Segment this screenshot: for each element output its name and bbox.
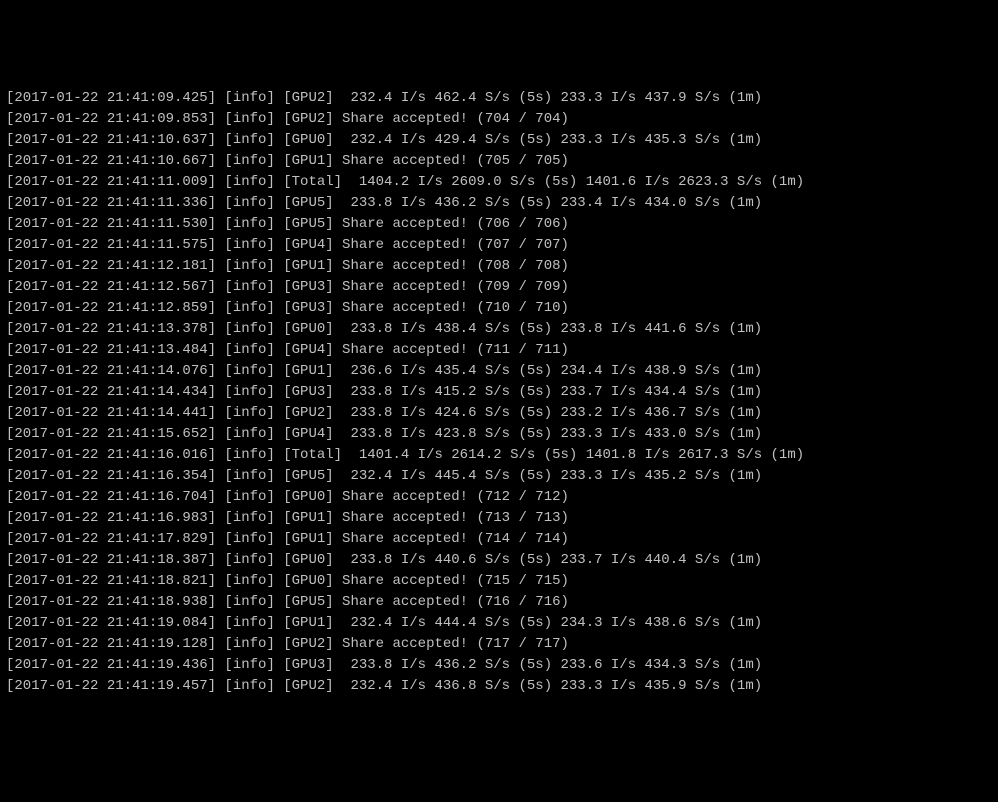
log-line: [2017-01-22 21:41:18.821] [info] [GPU0] …	[6, 571, 992, 592]
log-line: [2017-01-22 21:41:13.484] [info] [GPU4] …	[6, 340, 992, 361]
log-line: [2017-01-22 21:41:12.181] [info] [GPU1] …	[6, 256, 992, 277]
log-line: [2017-01-22 21:41:19.084] [info] [GPU1] …	[6, 613, 992, 634]
log-line: [2017-01-22 21:41:16.016] [info] [Total]…	[6, 445, 992, 466]
log-line: [2017-01-22 21:41:10.637] [info] [GPU0] …	[6, 130, 992, 151]
log-line: [2017-01-22 21:41:11.336] [info] [GPU5] …	[6, 193, 992, 214]
log-line: [2017-01-22 21:41:09.853] [info] [GPU2] …	[6, 109, 992, 130]
log-line: [2017-01-22 21:41:14.434] [info] [GPU3] …	[6, 382, 992, 403]
log-line: [2017-01-22 21:41:19.457] [info] [GPU2] …	[6, 676, 992, 697]
log-line: [2017-01-22 21:41:09.425] [info] [GPU2] …	[6, 88, 992, 109]
log-line: [2017-01-22 21:41:12.567] [info] [GPU3] …	[6, 277, 992, 298]
log-line: [2017-01-22 21:41:15.652] [info] [GPU4] …	[6, 424, 992, 445]
log-line: [2017-01-22 21:41:19.128] [info] [GPU2] …	[6, 634, 992, 655]
log-line: [2017-01-22 21:41:18.938] [info] [GPU5] …	[6, 592, 992, 613]
terminal-output: [2017-01-22 21:41:09.425] [info] [GPU2] …	[6, 88, 992, 697]
log-line: [2017-01-22 21:41:14.076] [info] [GPU1] …	[6, 361, 992, 382]
log-line: [2017-01-22 21:41:16.704] [info] [GPU0] …	[6, 487, 992, 508]
log-line: [2017-01-22 21:41:17.829] [info] [GPU1] …	[6, 529, 992, 550]
log-line: [2017-01-22 21:41:11.575] [info] [GPU4] …	[6, 235, 992, 256]
log-line: [2017-01-22 21:41:16.983] [info] [GPU1] …	[6, 508, 992, 529]
log-line: [2017-01-22 21:41:13.378] [info] [GPU0] …	[6, 319, 992, 340]
log-line: [2017-01-22 21:41:16.354] [info] [GPU5] …	[6, 466, 992, 487]
log-line: [2017-01-22 21:41:14.441] [info] [GPU2] …	[6, 403, 992, 424]
log-line: [2017-01-22 21:41:12.859] [info] [GPU3] …	[6, 298, 992, 319]
log-line: [2017-01-22 21:41:19.436] [info] [GPU3] …	[6, 655, 992, 676]
log-line: [2017-01-22 21:41:10.667] [info] [GPU1] …	[6, 151, 992, 172]
log-line: [2017-01-22 21:41:18.387] [info] [GPU0] …	[6, 550, 992, 571]
log-line: [2017-01-22 21:41:11.530] [info] [GPU5] …	[6, 214, 992, 235]
log-line: [2017-01-22 21:41:11.009] [info] [Total]…	[6, 172, 992, 193]
